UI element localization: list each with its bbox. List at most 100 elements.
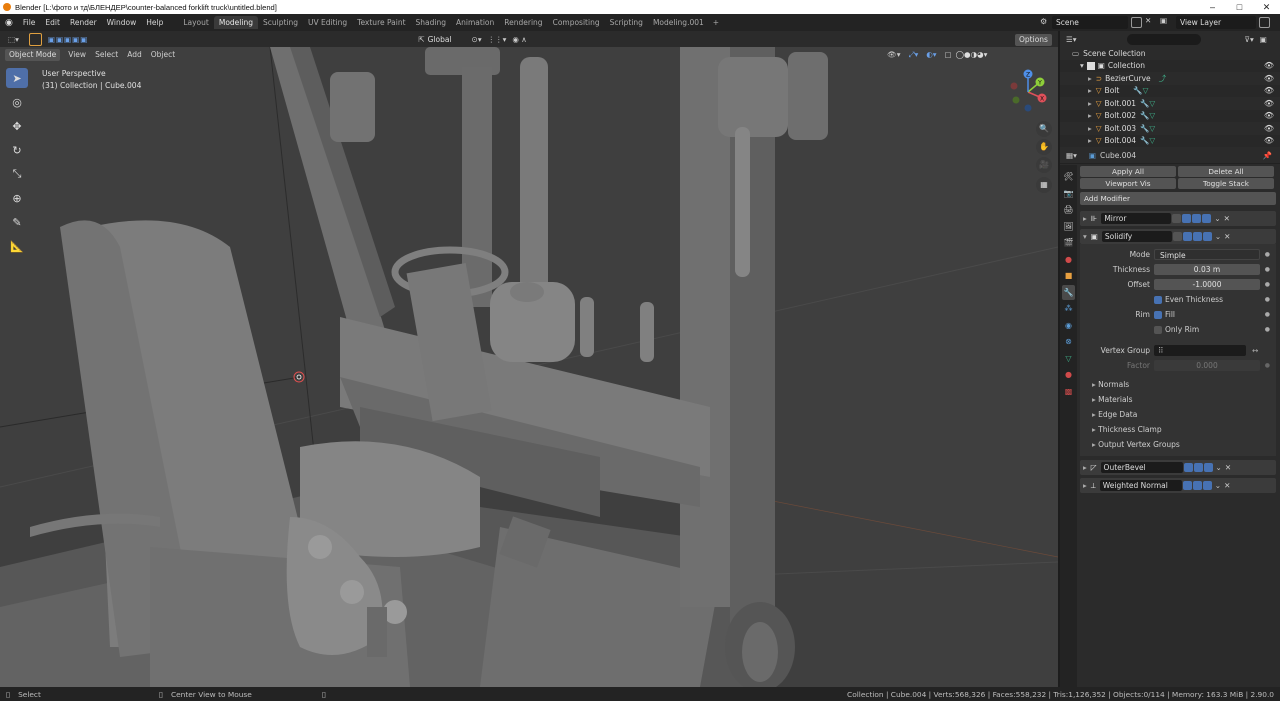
tab-shading[interactable]: Shading (411, 16, 451, 29)
add-workspace-button[interactable]: + (709, 16, 723, 29)
view-layer-tab-icon[interactable]: 🖼 (1062, 219, 1075, 235)
outliner-editor-icon[interactable]: ☰▾ (1066, 35, 1077, 44)
checkbox-icon[interactable] (1086, 61, 1095, 70)
menu-edit[interactable]: Edit (40, 18, 65, 27)
menu-object[interactable]: Object (151, 50, 175, 59)
remove-modifier-icon[interactable]: ✕ (1224, 481, 1230, 490)
tab-texture-paint[interactable]: Texture Paint (352, 16, 410, 29)
modifier-mirror[interactable]: ▸ ⊪ Mirror ⌄ ✕ (1080, 211, 1276, 226)
gizmo-toggle-icon[interactable]: ⤢▾ (908, 50, 918, 60)
pan-hand-icon[interactable]: ✋ (1036, 139, 1052, 155)
subpanel-normals[interactable]: ▸ Normals (1092, 377, 1276, 392)
measure-tool-icon[interactable]: 📐 (6, 236, 28, 256)
move-tool-icon[interactable]: ✥ (6, 116, 28, 136)
invert-vertex-group-icon[interactable]: ↔ (1252, 346, 1258, 355)
eye-icon[interactable]: 👁 (1264, 74, 1274, 83)
remove-modifier-icon[interactable]: ✕ (1224, 232, 1230, 241)
render-tab-icon[interactable]: 📷 (1062, 186, 1075, 202)
eye-icon[interactable]: 👁 (1264, 86, 1274, 95)
decorator-dot[interactable]: ● (1265, 326, 1270, 333)
viewport-toggle-icon[interactable] (1192, 214, 1202, 223)
viewport-vis-button[interactable]: Viewport Vis (1080, 178, 1176, 189)
3d-viewport[interactable] (0, 47, 1058, 687)
outliner-row-bolt-001[interactable]: ▸ ▽ Bolt.001 🔧 ▽ 👁 (1060, 97, 1280, 110)
tab-modeling[interactable]: Modeling (213, 16, 258, 29)
scene-selector[interactable]: Scene (1052, 16, 1128, 29)
viewport-toggle-icon[interactable] (1193, 463, 1203, 472)
modifier-menu-icon[interactable]: ⌄ (1215, 232, 1221, 241)
ortho-grid-icon[interactable]: ▦ (1036, 177, 1052, 193)
eye-icon[interactable]: 👁 (1264, 124, 1274, 133)
decorator-dot[interactable]: ● (1265, 311, 1270, 318)
modifier-menu-icon[interactable]: ⌄ (1216, 463, 1222, 472)
tab-compositing[interactable]: Compositing (548, 16, 605, 29)
menu-window[interactable]: Window (102, 18, 142, 27)
subpanel-output-vertex-groups[interactable]: ▸ Output Vertex Groups (1092, 437, 1276, 452)
object-tab-icon[interactable]: ■ (1062, 268, 1075, 284)
viewport-toggle-icon[interactable] (1192, 232, 1202, 241)
scale-tool-icon[interactable]: ⤡ (6, 164, 28, 184)
render-toggle-icon[interactable] (1202, 481, 1212, 490)
transform-orientation[interactable]: Global (428, 35, 452, 44)
expand-arrow-icon[interactable]: ▾ (1080, 61, 1084, 70)
options-button[interactable]: Options (1015, 34, 1052, 46)
scene-icon[interactable]: ⚙ (1040, 17, 1047, 26)
decorator-dot[interactable]: ● (1265, 266, 1270, 273)
view-layer-selector[interactable]: View Layer (1176, 16, 1256, 29)
tab-rendering[interactable]: Rendering (499, 16, 547, 29)
mode-dropdown[interactable]: Simple (1154, 249, 1260, 260)
eye-icon[interactable]: 👁 (1264, 99, 1274, 108)
toggle-stack-button[interactable]: Toggle Stack (1178, 178, 1274, 189)
blender-menu-icon[interactable]: ◉ (0, 18, 18, 28)
zoom-icon[interactable]: 🔍 (1036, 121, 1052, 137)
modifier-solidify[interactable]: ▾ ▣ Solidify ⌄ ✕ (1080, 229, 1276, 244)
new-collection-icon[interactable]: ▣ (1260, 35, 1267, 44)
modifier-name-field[interactable]: Solidify (1101, 231, 1172, 242)
overlay-toggle-icon[interactable]: ◐▾ (926, 50, 936, 59)
expand-arrow-icon[interactable]: ▾ (1083, 232, 1087, 241)
tab-sculpting[interactable]: Sculpting (258, 16, 303, 29)
new-view-layer-icon[interactable] (1259, 17, 1270, 28)
minimize-button[interactable]: – (1199, 0, 1226, 14)
mode-selector[interactable]: Object Mode (5, 48, 61, 61)
outliner-row-beziercurve[interactable]: ▸ ⊃ BezierCurve ⤴ 👁 (1060, 72, 1280, 85)
subpanel-edge-data[interactable]: ▸ Edge Data (1092, 407, 1276, 422)
subpanel-thickness-clamp[interactable]: ▸ Thickness Clamp (1092, 422, 1276, 437)
tab-scripting[interactable]: Scripting (605, 16, 648, 29)
menu-help[interactable]: Help (141, 18, 168, 27)
material-tab-icon[interactable]: ● (1062, 367, 1075, 383)
outliner-row-bolt-003[interactable]: ▸ ▽ Bolt.003 🔧 ▽ 👁 (1060, 122, 1280, 135)
tab-layout[interactable]: Layout (178, 16, 214, 29)
eye-icon[interactable]: 👁 (1264, 136, 1274, 145)
viewport-toggle-icon[interactable] (1192, 481, 1202, 490)
tab-animation[interactable]: Animation (451, 16, 499, 29)
offset-field[interactable]: -1.0000 (1154, 279, 1260, 290)
annotate-tool-icon[interactable]: ✎ (6, 212, 28, 232)
outliner-row-scene-collection[interactable]: ▭ Scene Collection (1060, 47, 1280, 60)
apply-all-button[interactable]: Apply All (1080, 166, 1176, 177)
new-scene-icon[interactable] (1131, 17, 1142, 28)
modifier-menu-icon[interactable]: ⌄ (1214, 214, 1220, 223)
tool-tab-icon[interactable]: 🛠 (1062, 169, 1075, 185)
collapse-arrow-icon[interactable]: ▸ (1083, 214, 1087, 223)
modifier-weighted-normal[interactable]: ▸ ⟂ Weighted Normal ⌄ ✕ (1080, 478, 1276, 493)
data-tab-icon[interactable]: ▽ (1062, 351, 1075, 367)
tab-modeling-001[interactable]: Modeling.001 (648, 16, 709, 29)
editor-type-icon[interactable]: ⬚▾ (8, 35, 19, 44)
outliner-search-input[interactable] (1126, 33, 1201, 45)
close-button[interactable]: ✕ (1253, 0, 1280, 14)
eye-icon[interactable]: 👁 (1264, 111, 1274, 120)
select-mode-icons[interactable]: ▣▣▣▣▣ (48, 35, 88, 44)
modifier-name-field[interactable]: OuterBevel (1100, 462, 1183, 473)
filter-icon[interactable]: ⊽▾ (1245, 35, 1254, 44)
editmode-toggle-icon[interactable] (1183, 463, 1193, 472)
remove-modifier-icon[interactable]: ✕ (1224, 214, 1230, 223)
vertex-group-field[interactable]: ⠿ (1154, 345, 1246, 356)
select-tool-icon[interactable] (28, 32, 42, 46)
output-tab-icon[interactable]: 🖨 (1062, 202, 1075, 218)
menu-view[interactable]: View (68, 50, 86, 59)
properties-editor-icon[interactable]: ▦▾ (1066, 151, 1077, 160)
outliner-row-bolt-004[interactable]: ▸ ▽ Bolt.004 🔧 ▽ 👁 (1060, 135, 1280, 148)
edit-cage-icon[interactable] (1172, 214, 1182, 223)
edit-cage-icon[interactable] (1172, 232, 1182, 241)
